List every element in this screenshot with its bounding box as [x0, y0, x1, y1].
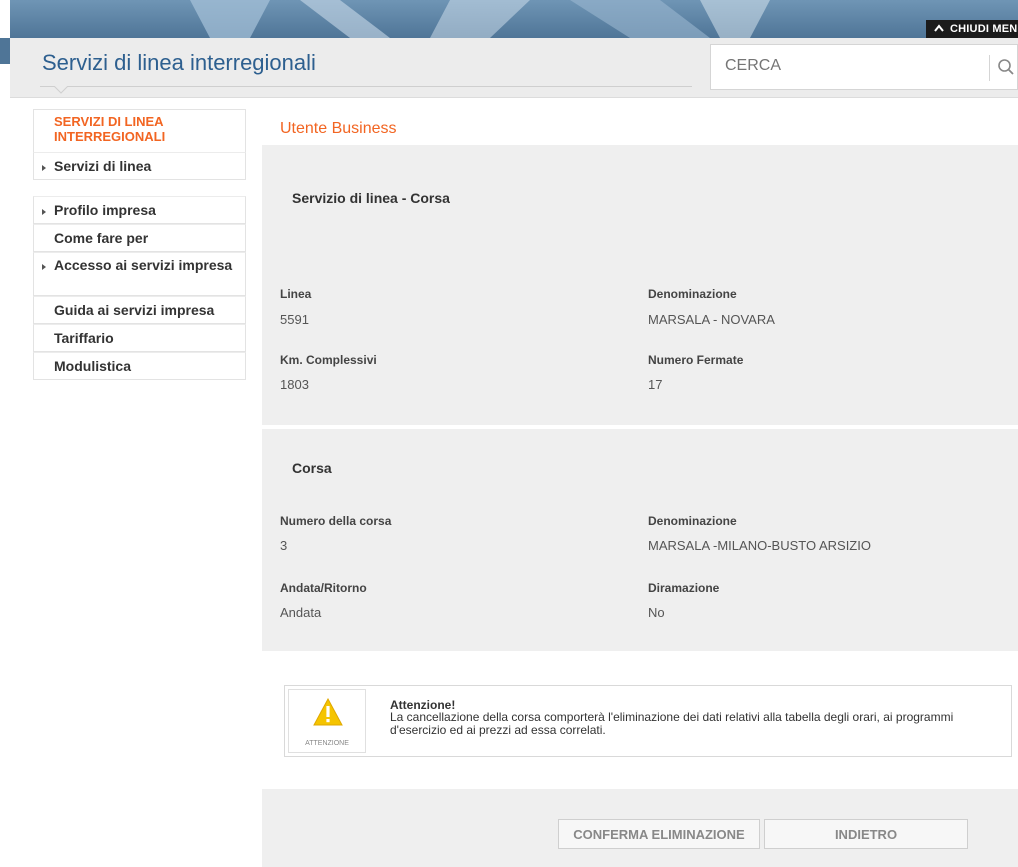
numero-corsa-label: Numero della corsa	[280, 514, 392, 528]
main-content: Utente Business Servizio di linea - Cors…	[262, 109, 1018, 867]
sidebar-item-label: Guida ai servizi impresa	[54, 302, 215, 318]
confirm-delete-button[interactable]: CONFERMA ELIMINAZIONE	[558, 819, 760, 849]
page-title: Servizi di linea interregionali	[42, 50, 316, 75]
sidebar-heading[interactable]: SERVIZI DI LINEA INTERREGIONALI	[33, 109, 246, 152]
sidebar-item-profilo-impresa[interactable]: Profilo impresa	[33, 196, 246, 224]
sidebar-item-modulistica[interactable]: Modulistica	[33, 352, 246, 380]
sidebar-item-label: Accesso ai servizi impresa	[54, 257, 233, 273]
chevron-up-icon	[934, 23, 944, 35]
title-notch	[54, 86, 68, 94]
warning-icon	[313, 698, 343, 726]
sidebar-item-label: Modulistica	[54, 358, 132, 374]
title-underline	[40, 86, 692, 87]
sidebar: SERVIZI DI LINEA INTERREGIONALI Servizi …	[33, 109, 246, 380]
search-box	[710, 44, 1018, 90]
corsa-title: Corsa	[292, 460, 332, 476]
header-accent	[0, 38, 10, 64]
banner-decoration	[190, 0, 770, 38]
sidebar-item-accesso-servizi[interactable]: Accesso ai servizi impresa	[33, 252, 246, 296]
fermate-label: Numero Fermate	[648, 353, 744, 367]
linea-label: Linea	[280, 287, 312, 301]
section-title: Utente Business	[280, 120, 397, 137]
sidebar-item-servizi-di-linea[interactable]: Servizi di linea	[33, 152, 246, 180]
numero-corsa-value: 3	[280, 538, 288, 553]
sidebar-item-guida-servizi[interactable]: Guida ai servizi impresa	[33, 296, 246, 324]
caret-right-icon	[42, 165, 46, 171]
km-value: 1803	[280, 377, 309, 392]
warning-icon-cell: ATTENZIONE	[288, 689, 366, 753]
service-title: Servizio di linea - Corsa	[292, 190, 450, 206]
sidebar-item-tariffario[interactable]: Tariffario	[33, 324, 246, 352]
diramazione-value: No	[648, 605, 665, 620]
diramazione-label: Diramazione	[648, 581, 720, 595]
warning-box: ATTENZIONE Attenzione! La cancellazione …	[284, 685, 1012, 757]
denominazione-label: Denominazione	[648, 287, 737, 301]
caret-right-icon	[42, 209, 46, 215]
sidebar-item-label: Servizi di linea	[54, 158, 152, 174]
corsa-denominazione-label: Denominazione	[648, 514, 737, 528]
km-label: Km. Complessivi	[280, 353, 377, 367]
corsa-panel: Corsa Numero della corsa 3 Denominazione…	[262, 429, 1018, 651]
back-button[interactable]: INDIETRO	[764, 819, 968, 849]
top-banner: CHIUDI MENU	[10, 0, 1018, 38]
sidebar-item-label: Tariffario	[54, 330, 114, 346]
linea-value: 5591	[280, 312, 309, 327]
fermate-value: 17	[648, 377, 663, 392]
search-icon[interactable]	[997, 58, 1017, 78]
denominazione-value: MARSALA - NOVARA	[648, 312, 775, 327]
warning-text: La cancellazione della corsa comporterà …	[390, 710, 954, 737]
page-header: Servizi di linea interregionali	[10, 38, 1018, 98]
andata-ritorno-label: Andata/Ritorno	[280, 581, 367, 595]
search-input[interactable]	[725, 57, 975, 75]
sidebar-item-label: Come fare per	[54, 230, 149, 246]
search-divider	[989, 55, 990, 81]
close-menu-button[interactable]: CHIUDI MENU	[926, 20, 1018, 38]
sidebar-item-come-fare-per[interactable]: Come fare per	[33, 224, 246, 252]
close-menu-label: CHIUDI MENU	[950, 23, 1018, 35]
caret-right-icon	[42, 264, 46, 270]
warning-icon-caption: ATTENZIONE	[305, 740, 349, 747]
service-panel: Servizio di linea - Corsa Linea 5591 Den…	[262, 145, 1018, 425]
andata-ritorno-value: Andata	[280, 605, 322, 620]
corsa-denominazione-value: MARSALA -MILANO-BUSTO ARSIZIO	[648, 538, 871, 553]
sidebar-item-label: Profilo impresa	[54, 202, 156, 218]
